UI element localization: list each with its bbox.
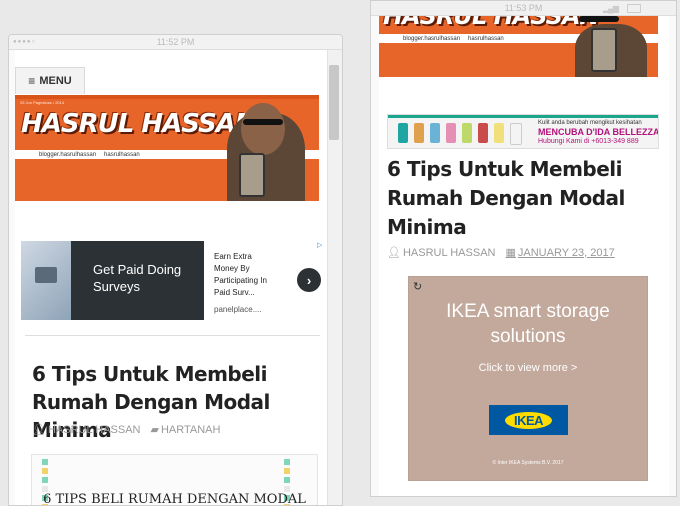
product-image xyxy=(430,123,440,143)
author-link[interactable]: 👤︎ HASRUL HASSAN xyxy=(32,423,141,437)
ad-body: Earn Extra Money By Participating In Pai… xyxy=(214,252,267,297)
portrait-sunglasses xyxy=(579,16,619,22)
author-name: HASRUL HASSAN xyxy=(47,423,141,436)
divider xyxy=(25,335,320,336)
instagram-handle: hasrulhassan xyxy=(468,35,504,42)
calendar-icon: ▦ xyxy=(505,247,516,259)
portrait-phone xyxy=(239,153,265,197)
author-name: HASRUL HASSAN xyxy=(402,246,496,259)
reload-icon[interactable]: ↻ xyxy=(413,280,422,293)
post-meta: 👤︎ HASRUL HASSAN ▰ HARTANAH xyxy=(32,423,221,437)
signal-icon: ▂▄▆ xyxy=(603,4,619,13)
hamburger-icon: ≡ xyxy=(28,74,36,88)
post-meta: 👤︎ HASRUL HASSAN ▦ JANUARY 23, 2017 xyxy=(387,246,615,260)
banner-datestamp: 25 Jun Pagesloss • 2014 xyxy=(20,100,65,105)
date-link[interactable]: ▦ JANUARY 23, 2017 xyxy=(505,246,615,260)
scrollbar-thumb[interactable] xyxy=(329,65,339,140)
user-icon: 👤︎ xyxy=(32,424,46,436)
status-bar: ●●●●○ 11:52 PM xyxy=(9,35,342,50)
category-name: HARTANAH xyxy=(160,423,221,436)
left-device-window: ●●●●○ 11:52 PM ≡ MENU 25 Jun Pagesloss •… xyxy=(8,34,343,506)
blogger-handle: blogger.hasrulhassan xyxy=(403,35,461,42)
instagram-handle: hasrulhassan xyxy=(104,151,140,158)
ikea-cta[interactable]: Click to view more > xyxy=(409,362,647,374)
ikea-ad[interactable]: ↻ IKEA smart storage solutions Click to … xyxy=(408,276,648,481)
blogger-handle: blogger.hasrulhassan xyxy=(39,151,97,158)
menu-label: MENU xyxy=(39,75,72,87)
chevron-right-icon[interactable]: › xyxy=(297,268,321,292)
ad-headline: MENCUBA D'IDA BELLEZZA SKINCARE? xyxy=(538,127,659,137)
product-image xyxy=(414,123,424,143)
status-time: 11:52 PM xyxy=(156,37,195,47)
header-banner[interactable]: 25 Jun Pagesloss • 2014 HASRUL HASSAN bl… xyxy=(15,95,319,201)
product-image xyxy=(462,123,472,143)
infographic-title: 6 TIPS BELI RUMAH DENGAN MODAL MINIMA. xyxy=(43,492,306,506)
portrait-face xyxy=(241,103,285,155)
category-link[interactable]: ▰ HARTANAH xyxy=(150,423,221,437)
menu-button[interactable]: ≡ MENU xyxy=(15,67,85,94)
banner-logo-text: HASRUL HASSAN xyxy=(383,16,600,30)
ad-image xyxy=(21,241,71,320)
ad-source: panelplace.... xyxy=(214,305,262,314)
page-content: HASRUL HASSAN blogger.hasrulhassan hasru… xyxy=(379,16,669,496)
product-image xyxy=(446,123,456,143)
status-bar: 11:53 PM ▂▄▆ xyxy=(371,1,676,16)
ikea-copyright: © Inter IKEA Systems B.V. 2017 xyxy=(492,460,564,466)
folder-icon: ▰ xyxy=(150,424,159,436)
post-title[interactable]: 6 Tips Untuk Membeli Rumah Dengan Modal … xyxy=(387,155,662,242)
skincare-ad[interactable]: Kulit anda berubah mengikut kesihatan ME… xyxy=(387,114,659,149)
ad-choices-icon[interactable]: ▷ xyxy=(317,241,327,251)
ad-headline: Get Paid Doing Surveys xyxy=(71,241,204,320)
ikea-logo-text: IKEA xyxy=(504,411,553,429)
ad-top-bar xyxy=(388,115,658,118)
portrait-sunglasses xyxy=(243,119,283,125)
page-content: ≡ MENU 25 Jun Pagesloss • 2014 HASRUL HA… xyxy=(15,50,327,506)
banner-logo-text: HASRUL HASSAN xyxy=(21,109,257,139)
ikea-headline: IKEA smart storage solutions xyxy=(446,301,610,347)
survey-ad[interactable]: Get Paid Doing Surveys Earn Extra Money … xyxy=(21,241,325,320)
product-image xyxy=(398,123,408,143)
ikea-logo: IKEA xyxy=(489,405,568,435)
post-infographic: 6 TIPS BELI RUMAH DENGAN MODAL MINIMA. xyxy=(31,454,318,506)
ad-contact: Hubungi Kami di +6013-349 889 xyxy=(538,138,639,145)
user-icon: 👤︎ xyxy=(387,247,401,259)
portrait-phone xyxy=(591,28,617,72)
banner-top-stripe xyxy=(15,95,319,99)
product-image xyxy=(494,123,504,143)
product-image xyxy=(510,123,522,145)
ad-tagline: Kulit anda berubah mengikut kesihatan xyxy=(538,120,642,126)
product-image xyxy=(478,123,488,143)
battery-icon xyxy=(627,4,641,13)
post-date: JANUARY 23, 2017 xyxy=(517,246,615,259)
header-banner[interactable]: HASRUL HASSAN blogger.hasrulhassan hasru… xyxy=(379,16,658,77)
author-link[interactable]: 👤︎ HASRUL HASSAN xyxy=(387,246,496,260)
right-device-window: 11:53 PM ▂▄▆ HASRUL HASSAN blogger.hasru… xyxy=(370,0,677,497)
